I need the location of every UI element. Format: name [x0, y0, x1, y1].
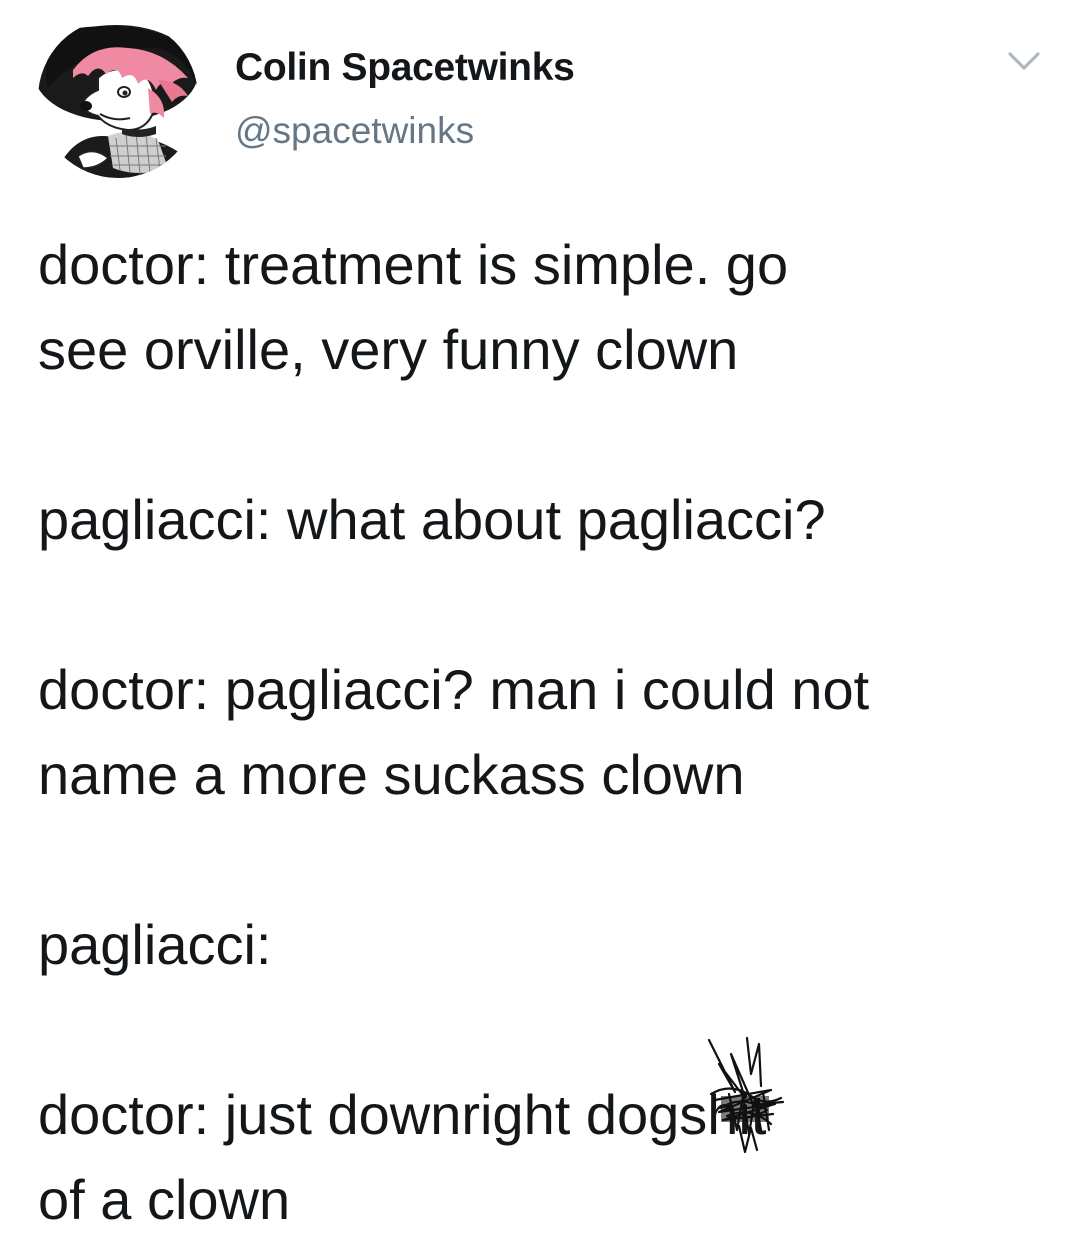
tweet-card: Colin Spacetwinks @spacetwinks doctor: t…: [0, 0, 1080, 1238]
tweet-header: Colin Spacetwinks @spacetwinks: [38, 18, 1048, 188]
tweet-paragraph: doctor: pagliacci? man i could not name …: [38, 658, 870, 806]
avatar-image: [38, 25, 198, 178]
tweet-paragraph-last: doctor: just downright dogshit of a clow…: [38, 1036, 1048, 1242]
tweet-paragraph: pagliacci:: [38, 913, 272, 976]
tweet-text-fragment: doctor: just downright dogs: [38, 1083, 708, 1146]
censored-word: hit: [707, 1036, 785, 1157]
tweet-text-fragment: of a clown: [38, 1168, 291, 1231]
tweet-paragraph: doctor: treatment is simple. go see orvi…: [38, 233, 789, 381]
username-handle[interactable]: @spacetwinks: [235, 110, 474, 152]
tweet-paragraph: pagliacci: what about pagliacci?: [38, 488, 826, 551]
tweet-text: doctor: treatment is simple. go see orvi…: [38, 222, 1048, 1242]
censored-text: hit: [707, 1083, 767, 1146]
display-name[interactable]: Colin Spacetwinks: [235, 46, 575, 90]
avatar[interactable]: [38, 18, 198, 178]
chevron-down-icon[interactable]: [1004, 46, 1044, 76]
